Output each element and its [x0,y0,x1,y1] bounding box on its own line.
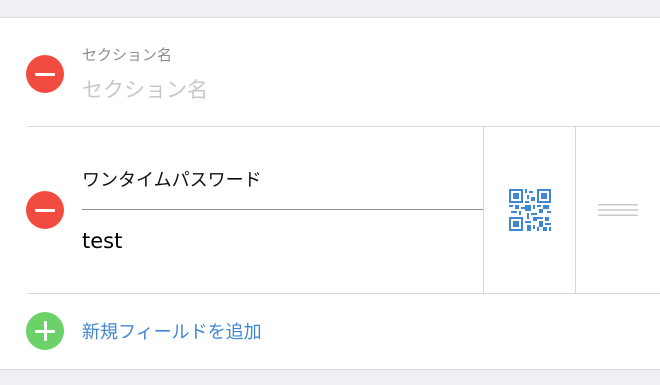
minus-icon [35,72,55,76]
section-name-label: セクション名 [82,46,173,64]
top-spacer [0,0,660,18]
remove-field-button[interactable] [26,191,64,229]
add-field-icon-button[interactable] [26,312,64,350]
minus-icon [35,208,55,212]
scan-qr-button[interactable] [484,127,575,293]
field-name-input[interactable]: ワンタイムパスワード [82,166,262,192]
add-field-button[interactable]: 新規フィールドを追加 [82,318,262,344]
drag-handle-icon [598,204,638,216]
field-value-input[interactable]: test [82,229,122,253]
qr-code-icon [508,189,551,231]
section-name-input[interactable] [82,74,462,106]
reorder-handle[interactable] [576,127,660,293]
row-divider [28,293,660,294]
bottom-spacer [0,369,660,385]
field-name-underline [82,209,483,210]
remove-section-button[interactable] [26,55,64,93]
